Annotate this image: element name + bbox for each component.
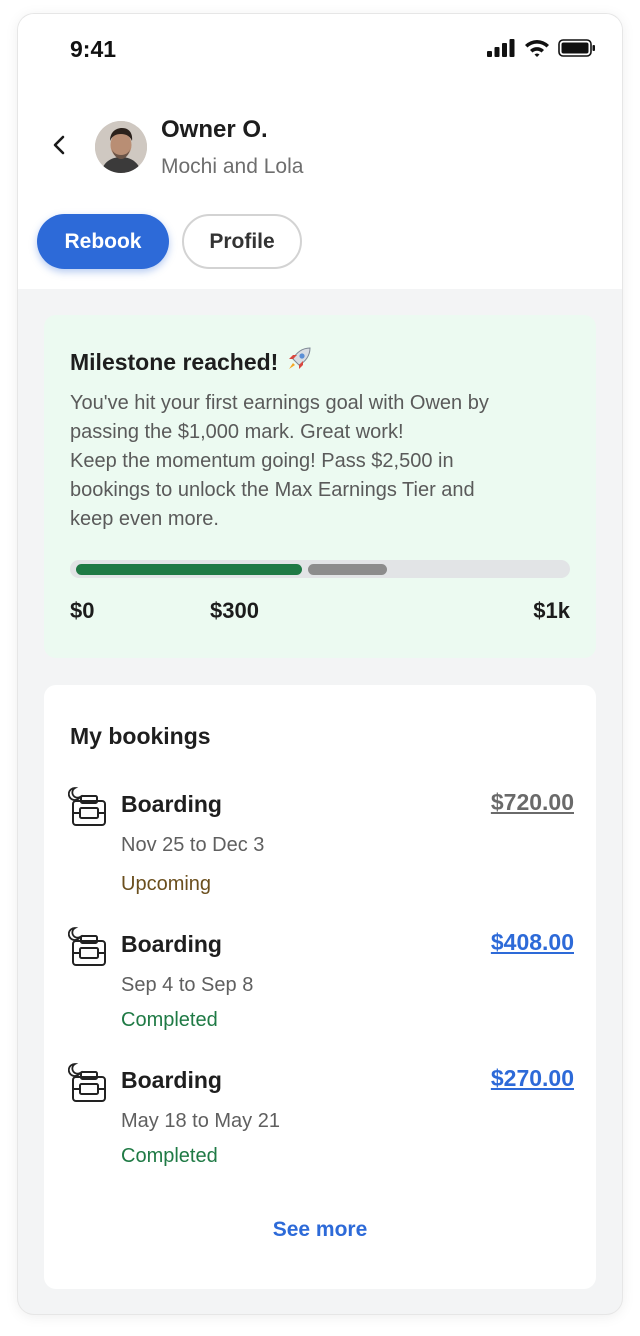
- booking-row[interactable]: Boarding Nov 25 to Dec 3 Upcoming $720.0…: [68, 785, 574, 905]
- pet-names: Mochi and Lola: [161, 155, 304, 178]
- booking-status: Completed: [121, 1145, 218, 1167]
- app-screen: 9:41 Owner O. Mochi and Lola Rebook Prof…: [18, 14, 622, 1314]
- signal-icon: [487, 39, 515, 57]
- progress-pending: [308, 564, 387, 575]
- booking-row[interactable]: Boarding Sep 4 to Sep 8 Completed $408.0…: [68, 925, 574, 1035]
- bookings-card: My bookings Boarding Nov 25 to Dec 3 Upc…: [44, 685, 596, 1289]
- see-more-link[interactable]: See more: [44, 1218, 596, 1242]
- milestone-card: Milestone reached! You've hit your first…: [44, 315, 596, 658]
- booking-service: Boarding: [121, 1067, 222, 1093]
- profile-button[interactable]: Profile: [182, 214, 302, 269]
- battery-icon: [558, 39, 595, 57]
- milestone-line: Keep the momentum going! Pass $2,500 in: [70, 450, 454, 472]
- progress-labels: $0 $300 $1k: [70, 598, 570, 628]
- avatar[interactable]: [95, 121, 147, 173]
- booking-row[interactable]: Boarding May 18 to May 21 Completed $270…: [68, 1061, 574, 1171]
- booking-service: Boarding: [121, 791, 222, 817]
- booking-status: Upcoming: [121, 873, 212, 895]
- boarding-icon: [68, 927, 106, 966]
- booking-status: Completed: [121, 1009, 218, 1031]
- earnings-progress-bar: [70, 560, 570, 578]
- progress-label-goal: $1k: [533, 598, 570, 623]
- milestone-title: Milestone reached!: [70, 345, 570, 379]
- booking-dates: Sep 4 to Sep 8: [121, 974, 254, 996]
- booking-dates: May 18 to May 21: [121, 1110, 280, 1132]
- rocket-icon: [286, 346, 312, 378]
- progress-label-current: $300: [210, 598, 259, 623]
- progress-earned: [76, 564, 302, 575]
- milestone-line: You've hit your first earnings goal with…: [70, 392, 489, 414]
- progress-label-start: $0: [70, 598, 95, 623]
- status-icons: [486, 38, 596, 58]
- back-icon[interactable]: [46, 130, 72, 160]
- wifi-icon: [525, 40, 549, 57]
- owner-name: Owner O.: [161, 116, 268, 143]
- boarding-icon: [68, 787, 106, 826]
- booking-service: Boarding: [121, 931, 222, 957]
- booking-amount-link[interactable]: $270.00: [491, 1065, 574, 1092]
- rebook-button[interactable]: Rebook: [37, 214, 169, 269]
- milestone-line: passing the $1,000 mark. Great work!: [70, 421, 404, 443]
- milestone-line: bookings to unlock the Max Earnings Tier…: [70, 479, 475, 501]
- bookings-title: My bookings: [70, 723, 211, 749]
- booking-dates: Nov 25 to Dec 3: [121, 834, 265, 856]
- owner-header: 9:41 Owner O. Mochi and Lola Rebook Prof…: [18, 14, 622, 289]
- booking-amount-link[interactable]: $408.00: [491, 929, 574, 956]
- boarding-icon: [68, 1063, 106, 1102]
- milestone-title-text: Milestone reached!: [70, 348, 279, 375]
- milestone-line: keep even more.: [70, 508, 219, 530]
- status-time: 9:41: [70, 36, 117, 62]
- milestone-message: You've hit your first earnings goal with…: [70, 389, 570, 534]
- booking-amount-link[interactable]: $720.00: [491, 789, 574, 816]
- avatar-portrait-icon: [95, 121, 147, 173]
